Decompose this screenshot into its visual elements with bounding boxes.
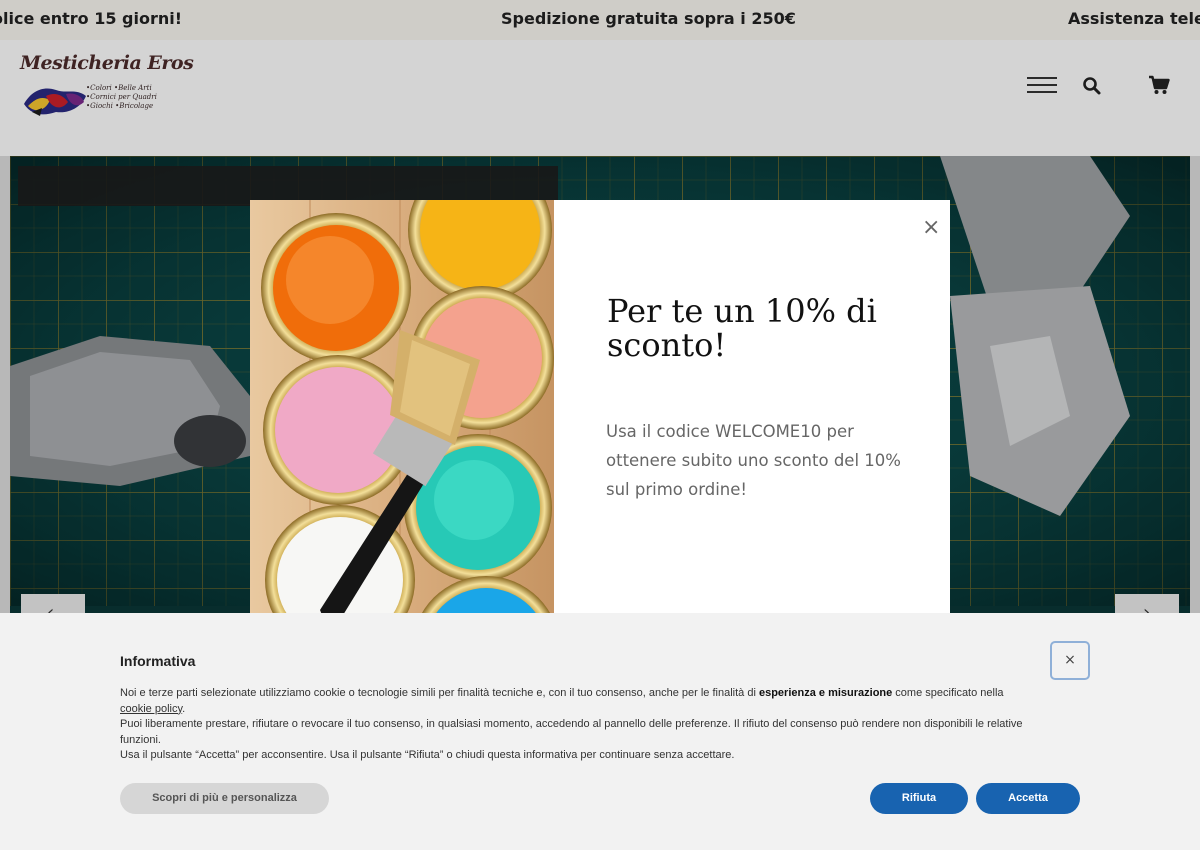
- cookie-reject-button[interactable]: Rifiuta: [870, 783, 968, 814]
- cookie-customize-button[interactable]: Scopri di più e personalizza: [120, 783, 329, 814]
- cookie-text-part: come specificato nella: [892, 687, 1004, 699]
- discount-popup: × Per te un 10% di sconto! Usa il codice…: [250, 200, 950, 650]
- cookie-policy-link[interactable]: cookie policy: [120, 703, 182, 715]
- cookie-text-part: Usa il pulsante “Accetta” per acconsenti…: [120, 749, 735, 761]
- popup-description: Usa il codice WELCOME10 per ottenere sub…: [606, 422, 901, 499]
- cookie-text-part: .: [182, 702, 186, 715]
- cookie-close-button[interactable]: ×: [1050, 641, 1090, 680]
- cookie-text: Noi e terze parti selezionate utilizziam…: [120, 686, 1040, 764]
- cookie-banner: Informativa Noi e terze parti selezionat…: [0, 613, 1200, 850]
- cookie-title: Informativa: [120, 653, 196, 669]
- cookie-accept-button[interactable]: Accetta: [976, 783, 1080, 814]
- cookie-text-part: Puoi liberamente prestare, rifiutare o r…: [120, 718, 1023, 746]
- paint-cans-illustration: [250, 200, 554, 650]
- popup-title: Per te un 10% di sconto!: [607, 292, 877, 364]
- paint-cans-image: [250, 200, 554, 650]
- cookie-text-part: Noi e terze parti selezionate utilizziam…: [120, 687, 759, 699]
- popup-close-button[interactable]: ×: [922, 215, 940, 241]
- cookie-text-bold: esperienza e misurazione: [758, 687, 893, 699]
